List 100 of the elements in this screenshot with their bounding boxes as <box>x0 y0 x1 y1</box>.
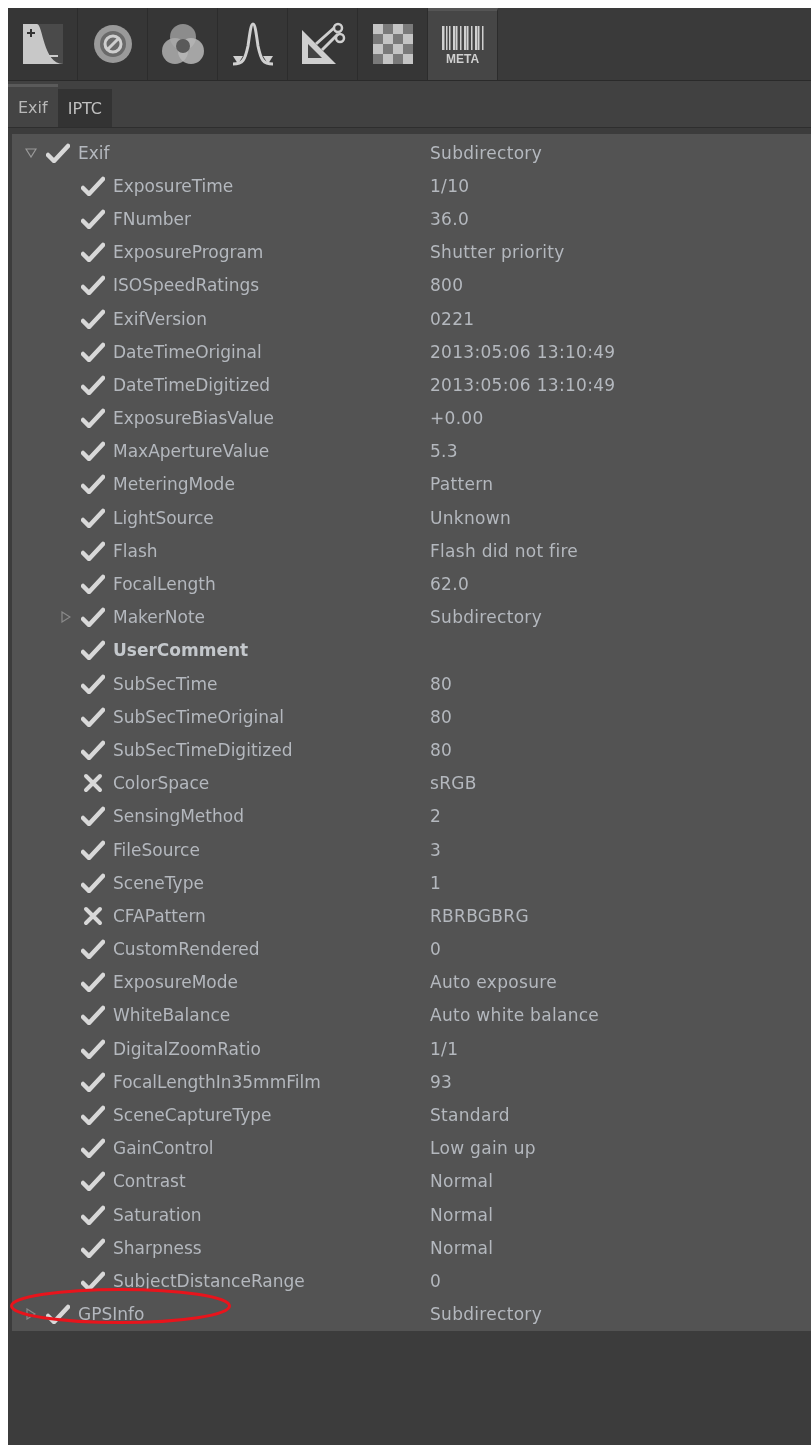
tag-value: 80 <box>430 706 454 727</box>
checkmark-icon[interactable] <box>81 441 105 462</box>
tag-value: Auto white balance <box>430 1005 601 1026</box>
expanded-arrow-icon[interactable] <box>25 147 37 158</box>
tool-tab[interactable] <box>358 8 428 80</box>
tag-value: Normal <box>430 1204 495 1225</box>
checkmark-icon[interactable] <box>81 673 105 694</box>
tag-value: 93 <box>430 1071 454 1092</box>
tag-name: LightSource <box>113 507 214 528</box>
checkmark-icon[interactable] <box>81 972 105 993</box>
tag-name: ExifVersion <box>113 308 208 329</box>
color-circles-icon <box>159 22 206 66</box>
tag-value: Subdirectory <box>430 1304 543 1325</box>
tag-name: SubjectDistanceRange <box>113 1270 305 1291</box>
tag-name: ColorSpace <box>113 773 210 794</box>
checkmark-icon[interactable] <box>81 1071 105 1092</box>
cross-icon[interactable] <box>81 905 105 926</box>
tag-name: WhiteBalance <box>113 1005 231 1026</box>
tag-value: Standard <box>430 1105 511 1126</box>
tag-value: 5.3 <box>430 441 459 462</box>
tool-tab[interactable] <box>148 8 218 80</box>
tag-value: Auto exposure <box>430 972 558 993</box>
tag-name: DateTimeDigitized <box>113 374 271 395</box>
tag-value: 1/1 <box>430 1038 460 1059</box>
checkmark-icon[interactable] <box>81 1038 105 1059</box>
tag-name: FocalLength <box>113 574 216 595</box>
tag-name: MeteringMode <box>113 474 235 495</box>
tag-value: 0 <box>430 1270 443 1291</box>
tag-name: FNumber <box>113 208 192 229</box>
tag-value: 2013:05:06 13:10:49 <box>430 374 617 395</box>
tag-value: Normal <box>430 1171 495 1192</box>
tool-tab[interactable] <box>288 8 358 80</box>
tag-value: Subdirectory <box>430 607 543 628</box>
checkmark-icon[interactable] <box>81 706 105 727</box>
tag-value: 1 <box>430 872 443 893</box>
tag-name: SceneCaptureType <box>113 1105 272 1126</box>
tool-tab[interactable] <box>8 8 78 80</box>
tag-name: SceneType <box>113 872 204 893</box>
tag-value: 0 <box>430 939 443 960</box>
tag-value: 0221 <box>430 308 476 329</box>
tag-name: FileSource <box>113 839 200 860</box>
checkmark-icon[interactable] <box>81 507 105 528</box>
tag-name: SensingMethod <box>113 806 244 827</box>
tag-value: 80 <box>430 739 454 760</box>
checkmark-icon[interactable] <box>81 1270 105 1291</box>
checkmark-icon[interactable] <box>81 341 105 362</box>
cross-icon[interactable] <box>81 773 105 794</box>
checkmark-icon[interactable] <box>46 1304 70 1325</box>
checkerboard-icon <box>372 24 413 64</box>
tag-name: Exif <box>78 142 110 163</box>
checkmark-icon[interactable] <box>81 872 105 893</box>
barcode-icon <box>441 25 484 50</box>
checkmark-icon[interactable] <box>81 739 105 760</box>
tag-name: ExposureProgram <box>113 242 264 263</box>
tag-name: ExposureTime <box>113 175 234 196</box>
checkmark-icon[interactable] <box>81 1105 105 1126</box>
checkmark-icon[interactable] <box>81 1138 105 1159</box>
tag-value: RBRBGBRG <box>430 905 530 926</box>
tag-value: sRGB <box>430 773 478 794</box>
tag-name: MakerNote <box>113 607 205 628</box>
tag-value: Shutter priority <box>430 242 566 263</box>
checkmark-icon[interactable] <box>81 806 105 827</box>
tool-tab[interactable] <box>218 8 288 80</box>
checkmark-icon[interactable] <box>81 1171 105 1192</box>
tag-name: FocalLengthIn35mmFilm <box>113 1071 321 1092</box>
tag-name: Saturation <box>113 1204 202 1225</box>
checkmark-icon[interactable] <box>81 1204 105 1225</box>
checkmark-icon[interactable] <box>81 1237 105 1258</box>
checkmark-icon[interactable] <box>81 939 105 960</box>
tag-name: ISOSpeedRatings <box>113 275 260 296</box>
tag-name: DigitalZoomRatio <box>113 1038 261 1059</box>
tool-tab[interactable]: META <box>428 8 498 80</box>
tab[interactable]: IPTC <box>57 89 113 127</box>
checkmark-icon[interactable] <box>81 574 105 595</box>
checkmark-icon[interactable] <box>81 408 105 429</box>
tag-value: Normal <box>430 1237 495 1258</box>
tag-value: Pattern <box>430 474 495 495</box>
checkmark-icon[interactable] <box>81 242 105 263</box>
checkmark-icon[interactable] <box>81 607 105 628</box>
checkmark-icon[interactable] <box>81 474 105 495</box>
tool-tab[interactable] <box>78 8 148 80</box>
tag-value: 1/10 <box>430 175 471 196</box>
tag-name: UserComment <box>113 640 249 661</box>
tag-name: Flash <box>113 540 158 561</box>
checkmark-icon[interactable] <box>81 374 105 395</box>
checkmark-icon[interactable] <box>81 275 105 296</box>
tag-value: Subdirectory <box>430 142 543 163</box>
tag-value: 3 <box>430 839 443 860</box>
checkmark-icon[interactable] <box>46 142 70 163</box>
checkmark-icon[interactable] <box>81 839 105 860</box>
checkmark-icon[interactable] <box>81 208 105 229</box>
checkmark-icon[interactable] <box>81 308 105 329</box>
sharpen-peak-icon <box>230 22 275 66</box>
checkmark-icon[interactable] <box>81 175 105 196</box>
ruler-scissors-icon <box>299 22 346 66</box>
checkmark-icon[interactable] <box>81 640 105 661</box>
checkmark-icon[interactable] <box>81 1005 105 1026</box>
meta-label: META <box>445 51 480 66</box>
tag-name: Sharpness <box>113 1237 202 1258</box>
checkmark-icon[interactable] <box>81 540 105 561</box>
